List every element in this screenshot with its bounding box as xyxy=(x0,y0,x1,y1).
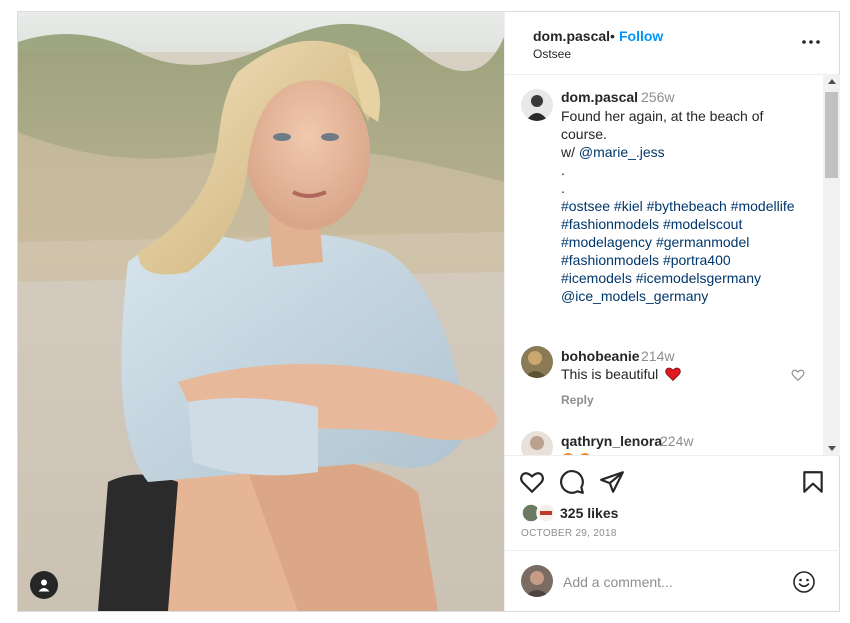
caption-line: course. xyxy=(561,126,607,142)
caption-hashtags[interactable]: #icemodels #icemodelsgermany xyxy=(561,269,811,287)
scroll-down-arrow-icon[interactable] xyxy=(828,446,836,451)
caption-avatar[interactable] xyxy=(521,89,553,121)
likes-count[interactable]: 325 likes xyxy=(560,505,618,521)
caption-mention-link[interactable]: @marie_.jess xyxy=(579,144,665,160)
scrollbar-thumb[interactable] xyxy=(825,92,838,178)
comment-username[interactable]: bohobeanie xyxy=(561,348,640,364)
caption-line: Found her again, at the beach of xyxy=(561,108,764,124)
caption-hashtags[interactable]: #fashionmodels #portra400 xyxy=(561,251,811,269)
caption-line: . xyxy=(561,180,565,196)
post-actions: 325 likes OCTOBER 29, 2018 xyxy=(505,456,840,551)
current-user-avatar xyxy=(521,565,553,597)
paper-plane-icon[interactable] xyxy=(599,469,625,495)
post-photo[interactable] xyxy=(18,12,504,611)
add-comment-input[interactable] xyxy=(563,571,783,593)
scroll-up-arrow-icon[interactable] xyxy=(828,79,836,84)
follow-button[interactable]: Follow xyxy=(619,28,663,44)
caption-text: Found her again, at the beach of course.… xyxy=(561,107,811,305)
caption-mention-link[interactable]: @ice_models_germany xyxy=(561,287,811,305)
comment-text: This is beautiful xyxy=(561,366,681,382)
emoji-smile-icon[interactable] xyxy=(792,570,816,594)
post-side-panel: dom.pascal • Follow Ostsee dom.pascal 25… xyxy=(504,12,840,611)
comment-time[interactable]: 214w xyxy=(641,348,674,364)
post-photo-image xyxy=(18,12,504,611)
caption-time[interactable]: 256w xyxy=(641,89,674,105)
post-username[interactable]: dom.pascal xyxy=(533,28,610,44)
comment-text-body: This is beautiful xyxy=(561,366,659,382)
user-tag-icon xyxy=(38,579,50,592)
caption-hashtags[interactable]: #fashionmodels #modelscout xyxy=(561,215,811,233)
header-separator: • xyxy=(610,28,615,44)
comment-username[interactable]: qathryn_lenora xyxy=(561,433,662,449)
comment-like-heart-icon[interactable] xyxy=(791,368,805,382)
tagged-users-button[interactable] xyxy=(30,571,58,599)
caption-username[interactable]: dom.pascal xyxy=(561,89,638,105)
bookmark-icon[interactable] xyxy=(800,469,826,495)
comment-avatar[interactable] xyxy=(521,346,553,378)
comment-icon[interactable] xyxy=(559,469,585,495)
comments-section[interactable]: dom.pascal 256w Found her again, at the … xyxy=(505,75,840,456)
comment-avatar[interactable] xyxy=(521,431,553,455)
caption-hashtags[interactable]: #modelagency #germanmodel xyxy=(561,233,811,251)
likers-avatars[interactable] xyxy=(521,503,557,523)
comments-scrollbar[interactable] xyxy=(823,75,840,455)
post-container: dom.pascal • Follow Ostsee dom.pascal 25… xyxy=(17,11,840,612)
add-comment-bar xyxy=(505,551,840,611)
post-date[interactable]: OCTOBER 29, 2018 xyxy=(521,528,617,539)
caption-hashtags[interactable]: #ostsee #kiel #bythebeach #modellife xyxy=(561,197,811,215)
caption-line: . xyxy=(561,162,565,178)
heart-icon[interactable] xyxy=(519,469,545,495)
post-header: dom.pascal • Follow Ostsee xyxy=(505,12,839,75)
more-options-icon[interactable] xyxy=(801,34,821,50)
caption-line: w/ @marie_.jess xyxy=(561,143,811,161)
comment-reply-button[interactable]: Reply xyxy=(561,393,594,407)
caption-line-prefix: w/ xyxy=(561,144,579,160)
comment-time[interactable]: 224w xyxy=(660,433,693,449)
red-heart-emoji-icon xyxy=(665,367,681,382)
post-location[interactable]: Ostsee xyxy=(533,47,571,61)
